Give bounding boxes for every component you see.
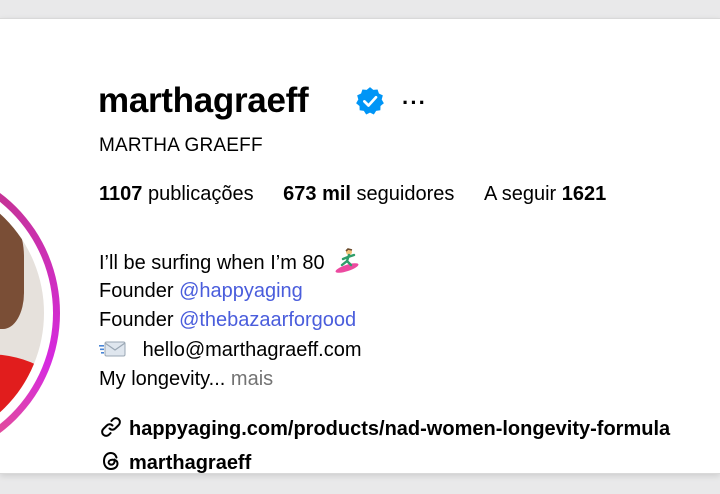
link-icon: [101, 417, 121, 437]
following-count[interactable]: A seguir 1621: [484, 183, 606, 206]
surfer-emoji-icon: [335, 248, 359, 273]
more-bio-button[interactable]: mais: [231, 368, 273, 390]
envelope-emoji-icon: [99, 341, 126, 356]
website-link[interactable]: happyaging.com/products/nad-women-longev…: [99, 415, 670, 441]
bio-line: Founder @thebazaarforgood: [99, 309, 357, 331]
verified-badge-icon: [356, 87, 384, 115]
profile-header: marthagraeff ··· MARTHA GRAEFF 1107 publ…: [0, 18, 720, 474]
posts-count[interactable]: 1107 publicações: [99, 183, 254, 206]
bio-line: I’ll be surfing when I’m 80: [99, 247, 362, 277]
more-options-button[interactable]: ···: [402, 90, 427, 116]
bio-line: My longevity... mais: [99, 368, 274, 390]
avatar-shirt: [0, 354, 44, 447]
bio-line: hello@marthagraeff.com: [99, 336, 362, 366]
followers-count[interactable]: 673 mil seguidores: [283, 183, 454, 206]
bio-line: Founder @happyaging: [99, 279, 303, 302]
username: marthagraeff: [98, 81, 309, 120]
bio: I’ll be surfing when I’m 80 Founder @hap…: [99, 247, 362, 395]
mention-link[interactable]: @thebazaarforgood: [179, 309, 356, 331]
mention-link[interactable]: @happyaging: [179, 280, 303, 302]
full-name: MARTHA GRAEFF: [99, 135, 263, 156]
threads-link[interactable]: marthagraeff: [99, 449, 251, 473]
threads-icon: [102, 451, 119, 471]
profile-stats: 1107 publicações 673 mil seguidores A se…: [99, 183, 630, 206]
